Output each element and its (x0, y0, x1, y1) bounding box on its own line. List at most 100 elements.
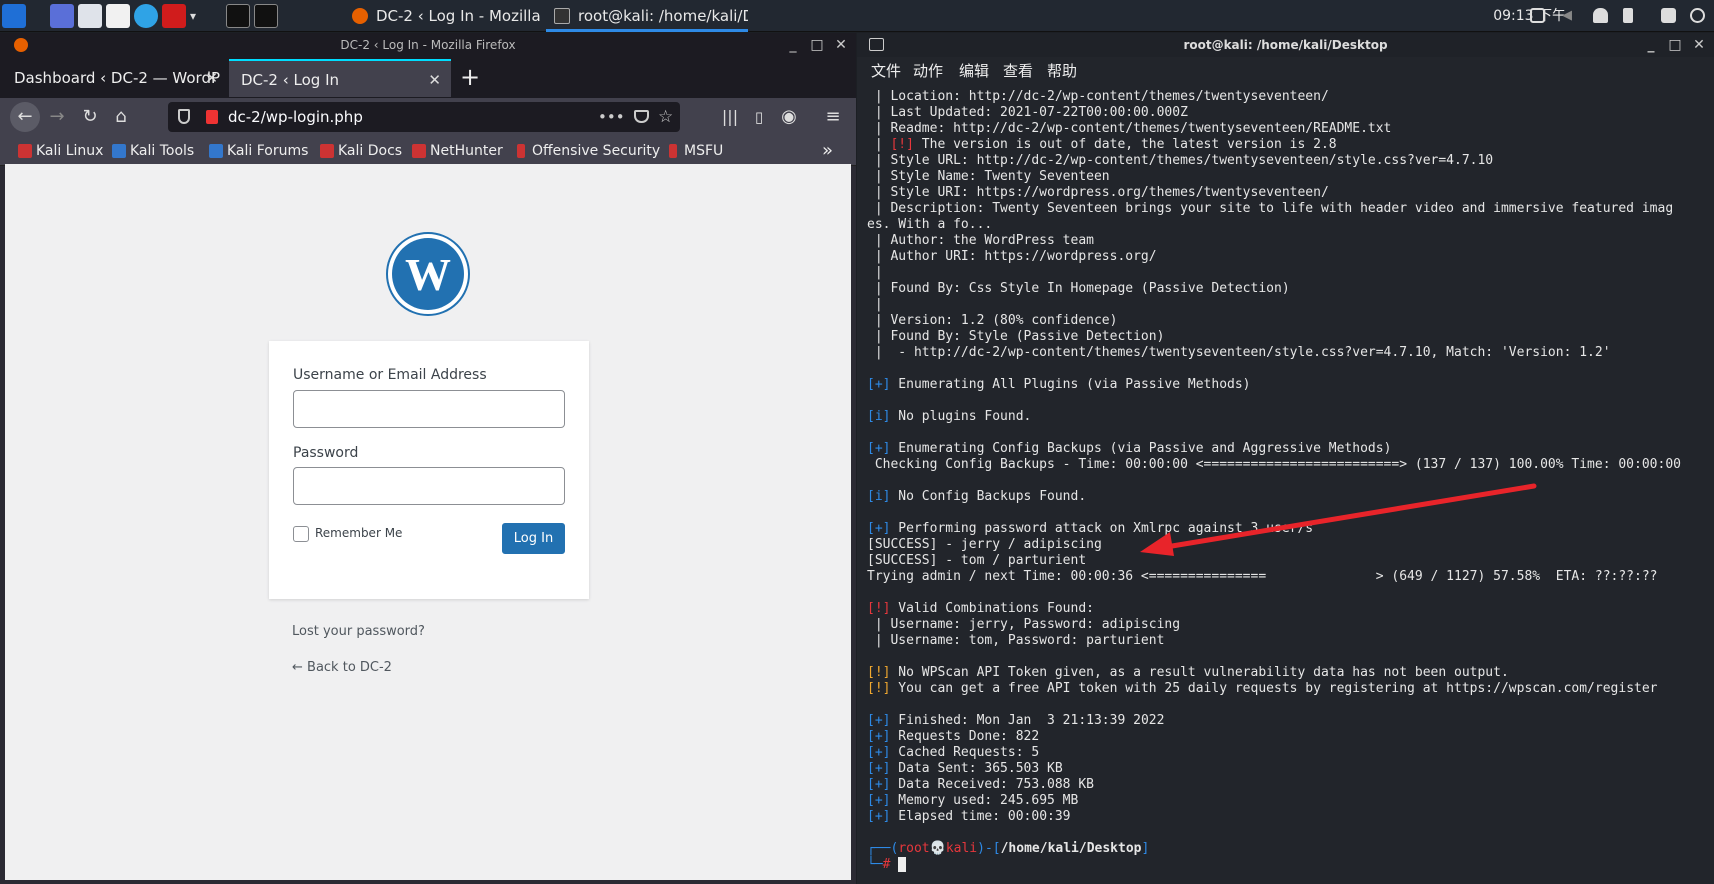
display-icon[interactable] (1530, 8, 1545, 23)
terminal-line: [+] Memory used: 245.695 MB (867, 793, 1079, 808)
prompt-host: kali (945, 841, 978, 856)
more-bookmarks-icon[interactable]: » (822, 136, 833, 166)
sidebar-icon[interactable]: ▯ (746, 104, 772, 130)
lock-icon[interactable] (1661, 8, 1676, 23)
terminal-titlebar: root@kali: /home/kali/Desktop _ □ ✕ (857, 33, 1714, 57)
task-terminal-label: root@kali: /home/kali/D... (578, 7, 748, 25)
terminal-line: es. With a fo... (867, 217, 993, 232)
terminal-line: | (867, 297, 883, 312)
back-icon[interactable]: ← (10, 102, 40, 132)
login-form: Username or Email Address Password Remem… (269, 341, 589, 599)
file-manager-icon[interactable] (78, 4, 102, 28)
maximize-icon[interactable]: □ (1664, 33, 1686, 57)
terminal-line: | [!] The version is out of date, the la… (867, 137, 1337, 152)
chevron-down-icon[interactable]: ▾ (190, 4, 204, 28)
taskbar: ▾ DC-2 ‹ Log In - Mozilla F... root@kali… (0, 0, 1714, 32)
terminal-line: [+] Enumerating Config Backups (via Pass… (867, 441, 1392, 456)
tab-login[interactable]: DC-2 ‹ Log In ✕ (229, 59, 451, 97)
volume-icon[interactable]: ◀ (1562, 8, 1577, 23)
bookmark-kali-tools[interactable]: Kali Tools (110, 136, 194, 166)
kali-docs-icon (320, 144, 334, 158)
more-icon[interactable]: ••• (598, 102, 625, 132)
password-label: Password (293, 445, 359, 461)
kali-menu-icon[interactable] (2, 4, 26, 28)
bookmark-nethunter[interactable]: NetHunter (410, 136, 503, 166)
terminal-line: | Readme: http://dc-2/wp-content/themes/… (867, 121, 1392, 136)
terminal-window: root@kali: /home/kali/Desktop _ □ ✕ 文件 动… (857, 33, 1714, 884)
bookmark-star-icon[interactable]: ☆ (658, 102, 673, 132)
login-button[interactable]: Log In (502, 523, 565, 554)
text-editor-icon[interactable] (106, 4, 130, 28)
menu-action[interactable]: 动作 (913, 60, 943, 81)
workspace-icon[interactable] (50, 4, 74, 28)
bookmark-label: NetHunter (430, 143, 503, 159)
close-tab-icon[interactable]: ✕ (205, 59, 218, 97)
terminal-line: | Style URI: https://wordpress.org/theme… (867, 185, 1329, 200)
menu-icon[interactable]: ≡ (820, 104, 846, 130)
prompt-user: root (898, 841, 930, 856)
lost-password-link[interactable]: Lost your password? (292, 624, 425, 639)
bookmark-kali-forums[interactable]: Kali Forums (207, 136, 308, 166)
minimize-icon[interactable]: _ (782, 33, 804, 57)
terminal-line: | - http://dc-2/wp-content/themes/twenty… (867, 345, 1611, 360)
terminal-line: [!] Valid Combinations Found: (867, 601, 1094, 616)
bookmark-msfu[interactable]: MSFU (664, 136, 723, 166)
reload-icon[interactable]: ↻ (77, 104, 103, 130)
bookmark-kali-linux[interactable]: Kali Linux (16, 136, 103, 166)
url-bar[interactable]: dc-2/wp-login.php ••• ☆ (168, 102, 680, 132)
maximize-icon[interactable]: □ (806, 33, 828, 57)
remember-me-checkbox[interactable] (293, 526, 309, 542)
kali-forums-icon (209, 144, 223, 158)
back-to-site-link[interactable]: ← Back to DC-2 (292, 660, 392, 675)
site-lock-icon (206, 110, 218, 124)
terminal-line: [SUCCESS] - tom / parturient (867, 553, 1087, 568)
remember-me-label: Remember Me (315, 526, 403, 540)
close-icon[interactable]: ✕ (1688, 33, 1710, 57)
terminal-output[interactable]: | Location: http://dc-2/wp-content/theme… (867, 89, 1712, 879)
username-label: Username or Email Address (293, 367, 487, 383)
nethunter-icon (412, 144, 426, 158)
close-icon[interactable]: ✕ (830, 33, 852, 57)
account-icon[interactable]: ◉ (776, 104, 802, 130)
menu-view[interactable]: 查看 (1003, 60, 1033, 81)
menu-edit[interactable]: 编辑 (959, 60, 989, 81)
terminal-launcher-icon[interactable] (254, 4, 278, 28)
svg-text:W: W (405, 249, 451, 300)
terminal-line: [+] Elapsed time: 00:00:39 (867, 809, 1071, 824)
close-tab-icon[interactable]: ✕ (428, 61, 441, 97)
library-icon[interactable]: ||| (717, 104, 743, 130)
terminal-line: [i] No Config Backups Found. (867, 489, 1087, 504)
bookmark-label: Kali Forums (227, 143, 309, 159)
tab-login-label: DC-2 ‹ Log In (241, 71, 340, 89)
bookmark-label: Kali Docs (338, 143, 403, 159)
home-icon[interactable]: ⌂ (108, 104, 134, 130)
minimize-icon[interactable]: _ (1640, 33, 1662, 57)
offsec-icon (517, 144, 525, 158)
tab-dashboard[interactable]: Dashboard ‹ DC-2 — WordP ✕ (2, 59, 228, 97)
menu-help[interactable]: 帮助 (1047, 60, 1077, 81)
terminal-red-icon[interactable] (162, 4, 186, 28)
shield-icon (178, 109, 190, 124)
task-firefox[interactable]: DC-2 ‹ Log In - Mozilla F... (344, 0, 546, 32)
firefox-launcher-icon[interactable] (226, 4, 250, 28)
bookmark-kali-docs[interactable]: Kali Docs (318, 136, 402, 166)
notification-icon[interactable] (1593, 8, 1608, 23)
terminal-line: | Username: tom, Password: parturient (867, 633, 1165, 648)
password-field[interactable] (293, 467, 565, 505)
power-icon[interactable] (1690, 8, 1705, 23)
firefox-logo-icon (14, 38, 28, 52)
task-terminal[interactable]: root@kali: /home/kali/D... (546, 0, 748, 32)
wordpress-logo-icon[interactable]: W (386, 232, 470, 316)
bookmark-offensive-security[interactable]: Offensive Security (512, 136, 660, 166)
username-field[interactable] (293, 390, 565, 428)
pocket-icon[interactable] (634, 110, 649, 123)
menu-file[interactable]: 文件 (871, 60, 901, 81)
forward-icon[interactable]: → (44, 104, 70, 130)
browser-icon[interactable] (134, 4, 158, 28)
bookmarks-bar: Kali Linux Kali Tools Kali Forums Kali D… (0, 136, 856, 166)
terminal-cursor-line: └─# (867, 857, 907, 873)
terminal-line: [+] Performing password attack on Xmlrpc… (867, 521, 1314, 536)
battery-icon[interactable] (1623, 8, 1633, 23)
new-tab-icon[interactable]: + (460, 63, 480, 91)
firefox-window-title: DC-2 ‹ Log In - Mozilla Firefox (340, 38, 516, 52)
